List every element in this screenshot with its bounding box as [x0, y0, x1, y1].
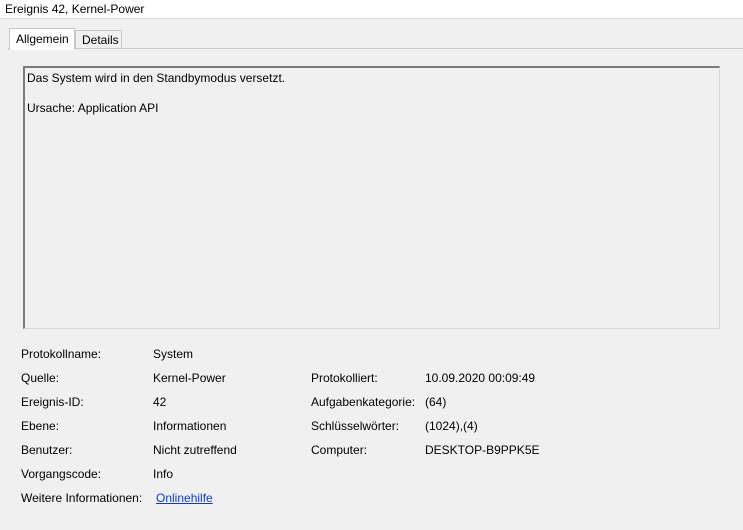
online-help-link[interactable]: Onlinehilfe	[156, 491, 213, 505]
logged-label: Protokolliert:	[311, 371, 378, 385]
opcode-value[interactable]: Info	[153, 467, 173, 481]
level-label: Ebene:	[21, 419, 60, 433]
user-label: Benutzer:	[21, 443, 73, 457]
event-id-value[interactable]: 42	[153, 395, 166, 409]
source-value[interactable]: Kernel-Power	[153, 371, 226, 385]
tab-details-label: Details	[82, 33, 119, 47]
keywords-label: Schlüsselwörter:	[311, 419, 400, 433]
more-info-label: Weitere Informationen:	[21, 491, 143, 505]
event-description-box[interactable]: Das System wird in den Standbymodus vers…	[23, 66, 720, 329]
computer-label: Computer:	[311, 443, 368, 457]
log-name-value[interactable]: System	[153, 347, 193, 361]
window-title: Ereignis 42, Kernel-Power	[5, 2, 145, 16]
tab-allgemein-label: Allgemein	[16, 32, 69, 46]
computer-value[interactable]: DESKTOP-B9PPK5E	[425, 443, 540, 457]
event-description-line: Das System wird in den Standbymodus vers…	[27, 71, 286, 85]
event-id-label: Ereignis-ID:	[21, 395, 84, 409]
opcode-label: Vorgangscode:	[21, 467, 102, 481]
log-name-label: Protokollname:	[21, 347, 102, 361]
tab-details[interactable]: Details	[75, 30, 122, 49]
event-description-reason: Ursache: Application API	[27, 101, 159, 115]
user-value[interactable]: Nicht zutreffend	[153, 443, 237, 457]
task-category-value[interactable]: (64)	[425, 395, 446, 409]
logged-value[interactable]: 10.09.2020 00:09:49	[425, 371, 535, 385]
tab-allgemein[interactable]: Allgemein	[9, 28, 75, 50]
keywords-value[interactable]: (1024),(4)	[425, 419, 478, 433]
source-label: Quelle:	[21, 371, 60, 385]
window-title-bar: Ereignis 42, Kernel-Power	[0, 0, 743, 19]
task-category-label: Aufgabenkategorie:	[311, 395, 416, 409]
level-value[interactable]: Informationen	[153, 419, 226, 433]
